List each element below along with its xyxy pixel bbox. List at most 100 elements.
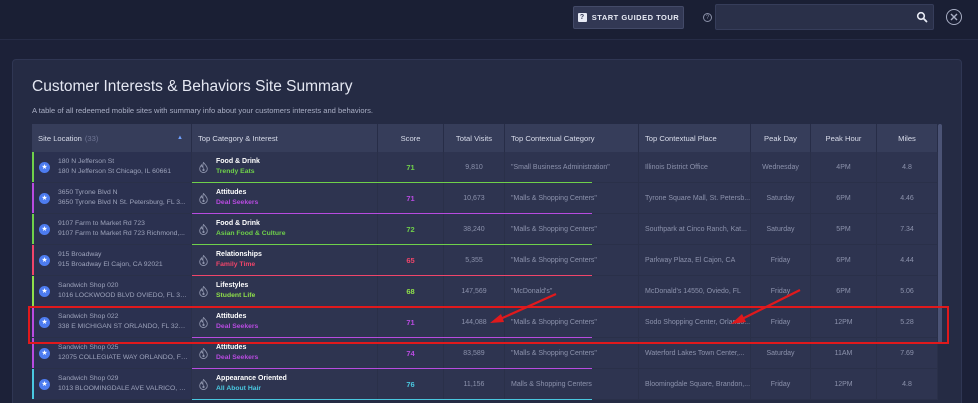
column-total-visits[interactable]: Total Visits — [444, 124, 505, 152]
score-cell: 71 — [378, 183, 444, 213]
site-address: 9107 Farm to Market Rd 723 Richmond,... — [58, 230, 185, 237]
interest-name: Deal Seekers — [216, 354, 259, 361]
contextual-category-cell: Malls & Shopping Centers — [505, 369, 639, 399]
favorite-star-icon[interactable]: ★ — [39, 223, 50, 235]
site-name: 915 Broadway — [58, 251, 102, 258]
peak-hour-cell: 6PM — [811, 183, 877, 213]
interest-name: Trendy Eats — [216, 168, 255, 175]
table-row[interactable]: ★ 3650 Tyrone Blvd N 3650 Tyrone Blvd N … — [32, 183, 938, 214]
site-location-cell: ★ Sandwich Shop 025 12075 COLLEGIATE WAY… — [32, 338, 192, 368]
favorite-star-icon[interactable]: ★ — [39, 347, 50, 359]
table-row[interactable]: ★ 9107 Farm to Market Rd 723 9107 Farm t… — [32, 214, 938, 245]
flame-icon — [198, 285, 208, 297]
total-visits-cell: 144,088 — [444, 307, 505, 337]
site-address: 915 Broadway El Cajon, CA 92021 — [58, 261, 163, 268]
site-name: Sandwich Shop 022 — [58, 313, 119, 320]
favorite-star-icon[interactable]: ★ — [39, 161, 50, 173]
row-category-marker — [32, 307, 34, 337]
total-visits-cell: 5,355 — [444, 245, 505, 275]
site-address: 1013 BLOOMINGDALE AVE VALRICO, FL... — [58, 385, 188, 392]
category-cell: Relationships Family Time — [192, 245, 378, 275]
row-category-marker — [32, 214, 34, 244]
contextual-category-cell: "Malls & Shopping Centers" — [505, 338, 639, 368]
sort-ascending-icon[interactable]: ▲ — [177, 135, 183, 141]
table-row[interactable]: ★ Sandwich Shop 020 1016 LOCKWOOD BLVD O… — [32, 276, 938, 307]
top-bar: ? START GUIDED TOUR ? — [0, 0, 978, 40]
column-top-category[interactable]: Top Category & Interest — [192, 124, 378, 152]
miles-cell: 4.8 — [877, 369, 938, 399]
interest-name: Student Life — [216, 292, 256, 299]
miles-cell: 7.69 — [877, 338, 938, 368]
peak-hour-cell: 4PM — [811, 152, 877, 182]
favorite-star-icon[interactable]: ★ — [39, 316, 50, 328]
total-visits-cell: 83,589 — [444, 338, 505, 368]
flame-icon — [198, 254, 208, 266]
row-category-marker — [32, 276, 34, 306]
column-contextual-category[interactable]: Top Contextual Category — [505, 124, 639, 152]
favorite-star-icon[interactable]: ★ — [39, 285, 50, 297]
contextual-category-cell: "Malls & Shopping Centers" — [505, 183, 639, 213]
category-name: Attitudes — [216, 313, 247, 320]
contextual-place-cell: Sodo Shopping Center, Orlando... — [639, 307, 751, 337]
column-peak-day[interactable]: Peak Day — [751, 124, 811, 152]
contextual-place-cell: Tyrone Square Mall, St. Petersb... — [639, 183, 751, 213]
peak-hour-cell: 5PM — [811, 214, 877, 244]
score-cell: 76 — [378, 369, 444, 399]
site-address: 1016 LOCKWOOD BLVD OVIEDO, FL 327... — [58, 292, 188, 299]
contextual-place-cell: Waterford Lakes Town Center,... — [639, 338, 751, 368]
score-cell: 74 — [378, 338, 444, 368]
contextual-place-cell: McDonald's 14550, Oviedo, FL — [639, 276, 751, 306]
peak-hour-cell: 12PM — [811, 307, 877, 337]
search-icon[interactable] — [916, 11, 928, 23]
peak-hour-cell: 6PM — [811, 276, 877, 306]
favorite-star-icon[interactable]: ★ — [39, 254, 50, 266]
column-miles[interactable]: Miles — [877, 124, 938, 152]
table-row[interactable]: ★ Sandwich Shop 022 338 E MICHIGAN ST OR… — [32, 307, 938, 338]
peak-day-cell: Saturday — [751, 214, 811, 244]
peak-day-cell: Friday — [751, 307, 811, 337]
total-visits-cell: 11,156 — [444, 369, 505, 399]
column-peak-hour[interactable]: Peak Hour — [811, 124, 877, 152]
table-row[interactable]: ★ 180 N Jefferson St 180 N Jefferson St … — [32, 152, 938, 183]
peak-day-cell: Wednesday — [751, 152, 811, 182]
category-cell: Attitudes Deal Seekers — [192, 183, 378, 213]
category-cell: Lifestyles Student Life — [192, 276, 378, 306]
row-category-marker — [32, 338, 34, 368]
table-row[interactable]: ★ Sandwich Shop 029 1013 BLOOMINGDALE AV… — [32, 369, 938, 400]
site-location-cell: ★ 180 N Jefferson St 180 N Jefferson St … — [32, 152, 192, 182]
help-icon[interactable]: ? — [703, 13, 712, 22]
column-contextual-place[interactable]: Top Contextual Place — [639, 124, 751, 152]
score-cell: 72 — [378, 214, 444, 244]
category-name: Attitudes — [216, 189, 247, 196]
miles-cell: 5.06 — [877, 276, 938, 306]
flame-icon — [198, 161, 208, 173]
site-name: Sandwich Shop 020 — [58, 282, 119, 289]
total-visits-cell: 147,569 — [444, 276, 505, 306]
search-box[interactable] — [715, 4, 934, 30]
category-name: Food & Drink — [216, 158, 260, 165]
table-row[interactable]: ★ Sandwich Shop 025 12075 COLLEGIATE WAY… — [32, 338, 938, 369]
column-site-location[interactable]: Site Location (33) ▲ — [32, 124, 192, 152]
favorite-star-icon[interactable]: ★ — [39, 192, 50, 204]
score-cell: 65 — [378, 245, 444, 275]
table-row[interactable]: ★ 915 Broadway 915 Broadway El Cajon, CA… — [32, 245, 938, 276]
miles-cell: 4.44 — [877, 245, 938, 275]
site-name: 180 N Jefferson St — [58, 158, 115, 165]
site-name: 3650 Tyrone Blvd N — [58, 189, 118, 196]
row-category-marker — [32, 152, 34, 182]
close-button[interactable] — [946, 9, 962, 25]
search-input[interactable] — [722, 9, 912, 26]
contextual-place-cell: Southpark at Cinco Ranch, Kat... — [639, 214, 751, 244]
category-name: Relationships — [216, 251, 262, 258]
contextual-category-cell: "Small Business Administration" — [505, 152, 639, 182]
column-score[interactable]: Score — [378, 124, 444, 152]
total-visits-cell: 38,240 — [444, 214, 505, 244]
favorite-star-icon[interactable]: ★ — [39, 378, 50, 390]
table-scrollbar[interactable] — [938, 124, 942, 344]
miles-cell: 4.46 — [877, 183, 938, 213]
site-location-cell: ★ Sandwich Shop 020 1016 LOCKWOOD BLVD O… — [32, 276, 192, 306]
start-guided-tour-button[interactable]: ? START GUIDED TOUR — [573, 6, 684, 29]
row-accent-line — [192, 399, 592, 400]
interest-name: Asian Food & Culture — [216, 230, 286, 237]
peak-hour-cell: 12PM — [811, 369, 877, 399]
